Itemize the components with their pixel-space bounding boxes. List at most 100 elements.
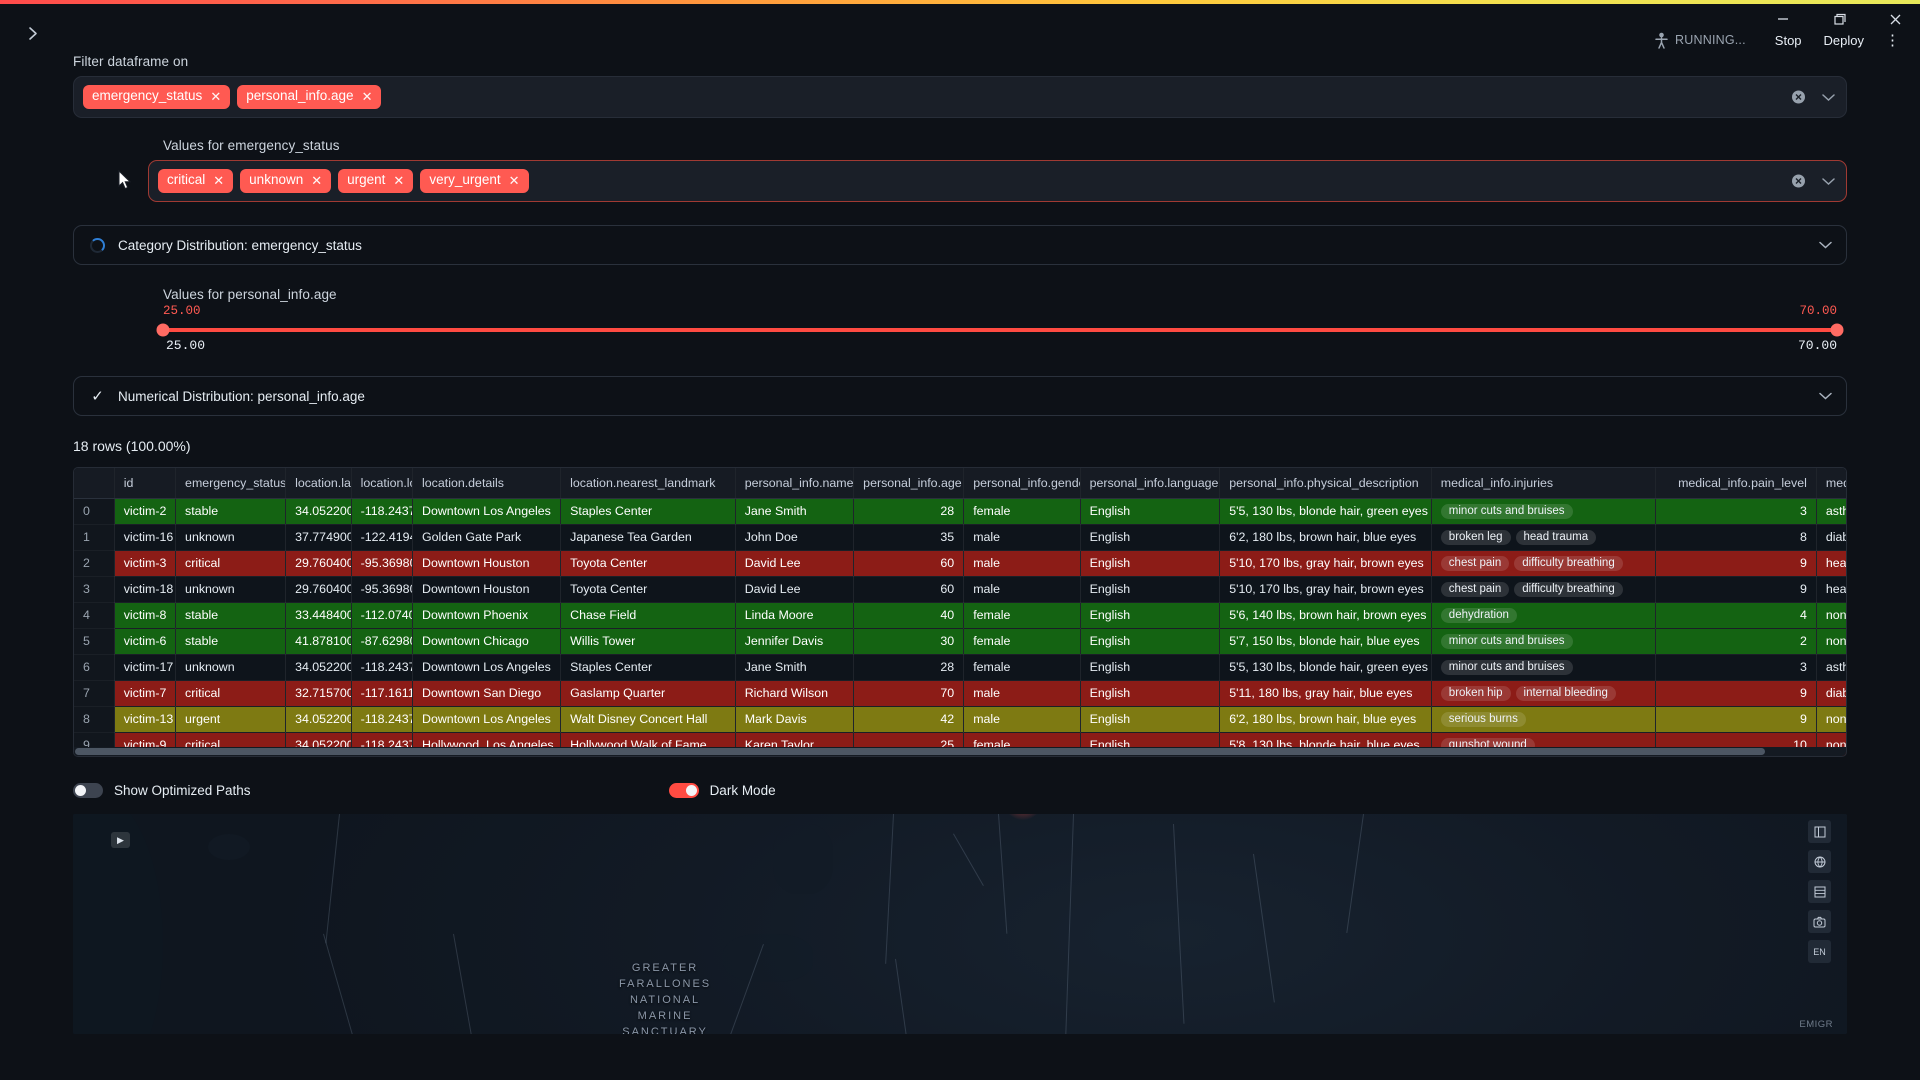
cell-personal-info-gender: male bbox=[963, 706, 1081, 733]
injury-tag: broken hip bbox=[1440, 686, 1511, 701]
filter-column-chip[interactable]: emergency_status ✕ bbox=[83, 85, 231, 109]
status-value-chip[interactable]: unknown ✕ bbox=[240, 169, 332, 193]
cell-medical-info-pain-level: 3 bbox=[1655, 498, 1817, 525]
chevron-down-icon[interactable] bbox=[1822, 177, 1835, 185]
cell-location-nearest-landmark: Gaslamp Quarter bbox=[560, 680, 736, 707]
cell-location-nearest-landmark: Chase Field bbox=[560, 602, 736, 629]
dataframe-viewport[interactable]: id emergency_status location.lat locatio… bbox=[74, 468, 1846, 756]
cell-personal-info-age: 60 bbox=[853, 550, 965, 577]
chip-remove-icon[interactable]: ✕ bbox=[509, 174, 520, 187]
stop-button[interactable]: Stop bbox=[1764, 33, 1813, 48]
filter-column-chip[interactable]: personal_info.age ✕ bbox=[237, 85, 382, 109]
status-value-chip[interactable]: urgent ✕ bbox=[338, 169, 414, 193]
layers-icon[interactable] bbox=[1808, 820, 1831, 843]
cell-personal-info-language: English bbox=[1080, 524, 1221, 551]
cell-location-nearest-landmark: Walt Disney Concert Hall bbox=[560, 706, 736, 733]
emergency-status-multiselect[interactable]: critical ✕ unknown ✕ urgent ✕ very_urgen… bbox=[148, 160, 1847, 202]
incident-heatmap[interactable]: ▶ EN EMIGR GREATER FARALLONES NATIONAL M… bbox=[73, 814, 1847, 1034]
chip-remove-icon[interactable]: ✕ bbox=[213, 174, 224, 187]
table-row[interactable]: 3victim-18unknown29.760400-95.369800Down… bbox=[74, 576, 1846, 603]
dataframe-horizontal-scrollbar[interactable] bbox=[74, 747, 1846, 756]
table-row[interactable]: 0victim-2stable34.052200-118.243700Downt… bbox=[74, 498, 1846, 525]
table-row[interactable]: 1victim-16unknown37.774900-122.419400Gol… bbox=[74, 524, 1846, 551]
emergency-status-values-section: Values for emergency_status critical ✕ u… bbox=[0, 138, 1920, 202]
toggle-knob bbox=[685, 785, 697, 796]
slider-track[interactable] bbox=[156, 323, 1844, 337]
chevron-down-icon[interactable] bbox=[1819, 241, 1832, 249]
deploy-button[interactable]: Deploy bbox=[1813, 33, 1875, 48]
header-personal-info-age[interactable]: personal_info.age bbox=[853, 468, 965, 499]
status-value-chip[interactable]: very_urgent ✕ bbox=[420, 169, 529, 193]
expand-panel-icon[interactable]: ▶ bbox=[111, 832, 130, 848]
clear-circle-icon[interactable] bbox=[1791, 90, 1806, 105]
scrollbar-thumb[interactable] bbox=[75, 748, 1765, 755]
header-personal-info-gender[interactable]: personal_info.gender bbox=[963, 468, 1081, 499]
table-row[interactable]: 2victim-3critical29.760400-95.369800Down… bbox=[74, 550, 1846, 577]
cell-medical-info-injuries: chest pain difficulty breathing bbox=[1431, 576, 1657, 603]
language-badge[interactable]: EN bbox=[1808, 940, 1831, 963]
map-water-shape bbox=[208, 834, 250, 860]
sidebar-expand-chevron-right-icon[interactable] bbox=[22, 22, 44, 44]
header-emergency-status[interactable]: emergency_status bbox=[175, 468, 287, 499]
header-location-nearest-landmark[interactable]: location.nearest_landmark bbox=[560, 468, 736, 499]
kebab-menu-icon[interactable]: ⋮ bbox=[1875, 33, 1906, 48]
expander-numerical-distribution[interactable]: ✓ Numerical Distribution: personal_info.… bbox=[73, 376, 1847, 416]
chip-remove-icon[interactable]: ✕ bbox=[393, 174, 404, 187]
chip-label: urgent bbox=[347, 172, 386, 188]
table-icon[interactable] bbox=[1808, 880, 1831, 903]
table-row[interactable]: 4victim-8stable33.448400-112.074000Downt… bbox=[74, 602, 1846, 629]
chip-remove-icon[interactable]: ✕ bbox=[362, 90, 373, 103]
multiselect-actions bbox=[1791, 174, 1835, 189]
expander-category-distribution[interactable]: Category Distribution: emergency_status bbox=[73, 225, 1847, 265]
header-location-lon[interactable]: location.lon bbox=[351, 468, 414, 499]
table-row[interactable]: 6victim-17unknown34.052200-118.243700Dow… bbox=[74, 654, 1846, 681]
header-personal-info-language[interactable]: personal_info.language bbox=[1080, 468, 1221, 499]
main-content: Filter dataframe on emergency_status ✕ p… bbox=[0, 52, 1920, 1034]
slider-knob-min[interactable] bbox=[156, 323, 170, 337]
cell-location-details: Downtown Los Angeles bbox=[412, 654, 562, 681]
dataframe[interactable]: id emergency_status location.lat locatio… bbox=[73, 467, 1847, 757]
cell-medical-info-injuries: broken hip internal bleeding bbox=[1431, 680, 1657, 707]
cell-personal-info-physical-description: 5'5, 130 lbs, blonde hair, green eyes bbox=[1219, 498, 1432, 525]
slider-knob-max[interactable] bbox=[1830, 323, 1844, 337]
header-id[interactable]: id bbox=[114, 468, 177, 499]
toggle-dark-mode[interactable]: Dark Mode bbox=[668, 783, 776, 798]
header-personal-info-physical-description[interactable]: personal_info.physical_description bbox=[1219, 468, 1432, 499]
cell-medical-info-pain-level: 8 bbox=[1655, 524, 1817, 551]
header-location-lat[interactable]: location.lat bbox=[285, 468, 352, 499]
toggle-show-optimized-paths[interactable]: Show Optimized Paths bbox=[73, 783, 251, 798]
clear-circle-icon[interactable] bbox=[1791, 174, 1806, 189]
camera-icon[interactable] bbox=[1808, 910, 1831, 933]
filter-columns-multiselect[interactable]: emergency_status ✕ personal_info.age ✕ bbox=[73, 76, 1847, 118]
globe-icon[interactable] bbox=[1808, 850, 1831, 873]
header-medical-info-injuries[interactable]: medical_info.injuries bbox=[1431, 468, 1657, 499]
chevron-down-icon[interactable] bbox=[1822, 93, 1835, 101]
age-range-slider[interactable]: 25.00 70.00 25.00 70.00 bbox=[73, 304, 1847, 356]
chip-remove-icon[interactable]: ✕ bbox=[311, 174, 322, 187]
header-medical-info-truncated[interactable]: medi bbox=[1816, 468, 1846, 499]
header-personal-info-name[interactable]: personal_info.name bbox=[735, 468, 855, 499]
status-value-chip[interactable]: critical ✕ bbox=[158, 169, 234, 193]
cell-location-lat: 32.715700 bbox=[285, 680, 352, 707]
cell-location-nearest-landmark: Staples Center bbox=[560, 654, 736, 681]
toggle-switch[interactable] bbox=[73, 783, 103, 798]
chip-label: personal_info.age bbox=[246, 88, 354, 104]
header-medical-info-pain-level[interactable]: medical_info.pain_level bbox=[1655, 468, 1817, 499]
cell-medical-info-injuries: minor cuts and bruises bbox=[1431, 498, 1657, 525]
chevron-down-icon[interactable] bbox=[1819, 392, 1832, 400]
chip-remove-icon[interactable]: ✕ bbox=[210, 90, 221, 103]
cell-personal-info-name: Mark Davis bbox=[735, 706, 855, 733]
cell-location-details: Downtown Los Angeles bbox=[412, 498, 562, 525]
toggle-switch[interactable] bbox=[668, 783, 699, 798]
toggle-label: Show Optimized Paths bbox=[114, 783, 251, 798]
cell-emergency-status: unknown bbox=[175, 654, 287, 681]
header-location-details[interactable]: location.details bbox=[412, 468, 562, 499]
table-row[interactable]: 7victim-7critical32.715700-117.161100Dow… bbox=[74, 680, 1846, 707]
table-row[interactable]: 8victim-13urgent34.052200-118.243700Down… bbox=[74, 706, 1846, 733]
table-row[interactable]: 5victim-6stable41.878100-87.629800Downto… bbox=[74, 628, 1846, 655]
cell-id: victim-8 bbox=[114, 602, 177, 629]
cell-id: victim-16 bbox=[114, 524, 177, 551]
cell-medical-info-truncated: non bbox=[1816, 706, 1846, 733]
map-water-shape bbox=[773, 824, 833, 894]
cell-medical-info-injuries: serious burns bbox=[1431, 706, 1657, 733]
